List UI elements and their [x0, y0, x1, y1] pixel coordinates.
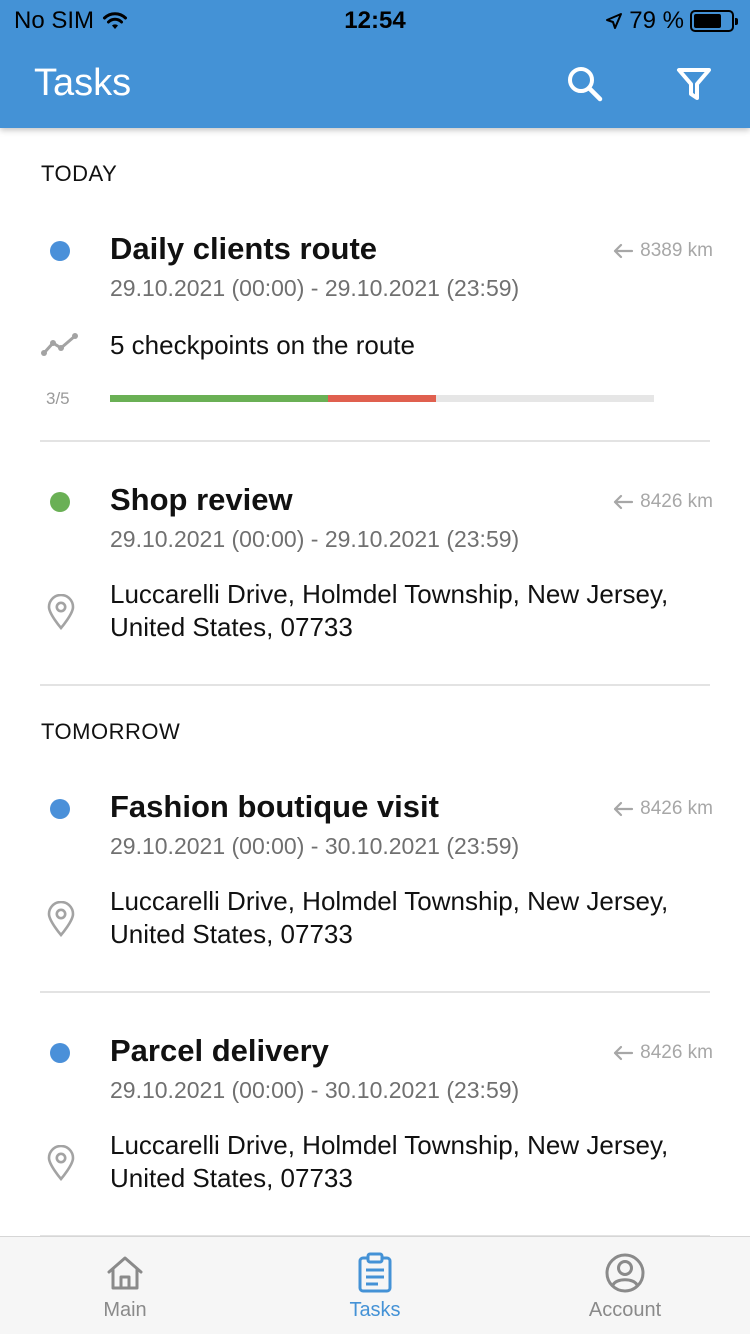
bottom-tab-bar: Main Tasks Account	[0, 1236, 750, 1334]
distance-label: 8426 km	[612, 1042, 713, 1064]
checkpoints-text: 5 checkpoints on the route	[110, 330, 415, 360]
route-icon	[41, 333, 79, 362]
task-card-parcel-delivery[interactable]: Parcel delivery 8426 km 29.10.2021 (00:0…	[0, 1010, 750, 1236]
divider	[40, 991, 710, 993]
distance-value: 8389 km	[640, 240, 713, 261]
distance-value: 8426 km	[640, 798, 713, 819]
status-dot	[50, 241, 70, 261]
home-icon	[105, 1251, 145, 1295]
page-title: Tasks	[34, 62, 132, 104]
location-pin-icon	[46, 1144, 76, 1186]
task-title: Daily clients route	[110, 231, 378, 266]
status-dot	[50, 1043, 70, 1063]
task-title: Shop review	[110, 482, 293, 517]
task-dates: 29.10.2021 (00:00) - 29.10.2021 (23:59)	[110, 526, 520, 552]
progress-completed-segment	[110, 395, 328, 402]
tab-label: Account	[588, 1299, 662, 1321]
task-title: Parcel delivery	[110, 1033, 329, 1068]
address-text: Luccarelli Drive, Holmdel Township, New …	[110, 886, 669, 949]
task-card-fashion-boutique[interactable]: Fashion boutique visit 8426 km 29.10.202…	[0, 766, 750, 992]
tab-label: Tasks	[349, 1299, 401, 1321]
tab-account[interactable]: Account	[500, 1237, 750, 1334]
section-title-tomorrow: TOMORROW	[41, 719, 181, 744]
tab-label: Main	[103, 1299, 147, 1321]
distance-value: 8426 km	[640, 491, 713, 512]
distance-label: 8426 km	[612, 491, 713, 513]
account-icon	[604, 1251, 646, 1295]
distance-label: 8426 km	[612, 798, 713, 820]
battery-icon	[690, 10, 738, 32]
progress-bar	[110, 395, 654, 402]
arrow-left-icon	[612, 242, 634, 260]
progress-count: 3/5	[46, 389, 70, 408]
arrow-left-icon	[612, 493, 634, 511]
divider	[40, 440, 710, 442]
search-button[interactable]	[561, 60, 609, 108]
tab-main[interactable]: Main	[0, 1237, 250, 1334]
filter-icon	[675, 65, 713, 103]
location-pin-icon	[46, 900, 76, 942]
arrow-left-icon	[612, 800, 634, 818]
location-pin-icon	[46, 593, 76, 635]
status-right: 79 %	[605, 7, 738, 35]
divider	[40, 684, 710, 686]
task-dates: 29.10.2021 (00:00) - 30.10.2021 (23:59)	[110, 1077, 520, 1103]
app-header: No SIM 12:54 79 % Tasks	[0, 0, 750, 128]
filter-button[interactable]	[670, 60, 718, 108]
task-dates: 29.10.2021 (00:00) - 30.10.2021 (23:59)	[110, 833, 520, 859]
address-text: Luccarelli Drive, Holmdel Township, New …	[110, 1130, 669, 1193]
distance-label: 8389 km	[612, 240, 713, 262]
status-dot	[50, 492, 70, 512]
distance-value: 8426 km	[640, 1042, 713, 1063]
search-icon	[565, 64, 605, 104]
address-text: Luccarelli Drive, Holmdel Township, New …	[110, 579, 669, 642]
task-title: Fashion boutique visit	[110, 789, 439, 824]
arrow-left-icon	[612, 1044, 634, 1062]
clipboard-icon	[356, 1251, 394, 1295]
tab-tasks[interactable]: Tasks	[250, 1237, 500, 1334]
task-list[interactable]: TODAY Daily clients route 8389 km 29.10.…	[0, 128, 750, 1236]
section-title-today: TODAY	[41, 161, 118, 186]
task-dates: 29.10.2021 (00:00) - 29.10.2021 (23:59)	[110, 275, 520, 301]
battery-percent: 79 %	[629, 7, 684, 34]
task-card-daily-route[interactable]: Daily clients route 8389 km 29.10.2021 (…	[0, 208, 750, 440]
task-card-shop-review[interactable]: Shop review 8426 km 29.10.2021 (00:00) -…	[0, 459, 750, 685]
status-bar: No SIM 12:54 79 %	[0, 0, 750, 40]
status-dot	[50, 799, 70, 819]
location-arrow-icon	[605, 12, 623, 30]
progress-failed-segment	[327, 395, 437, 402]
